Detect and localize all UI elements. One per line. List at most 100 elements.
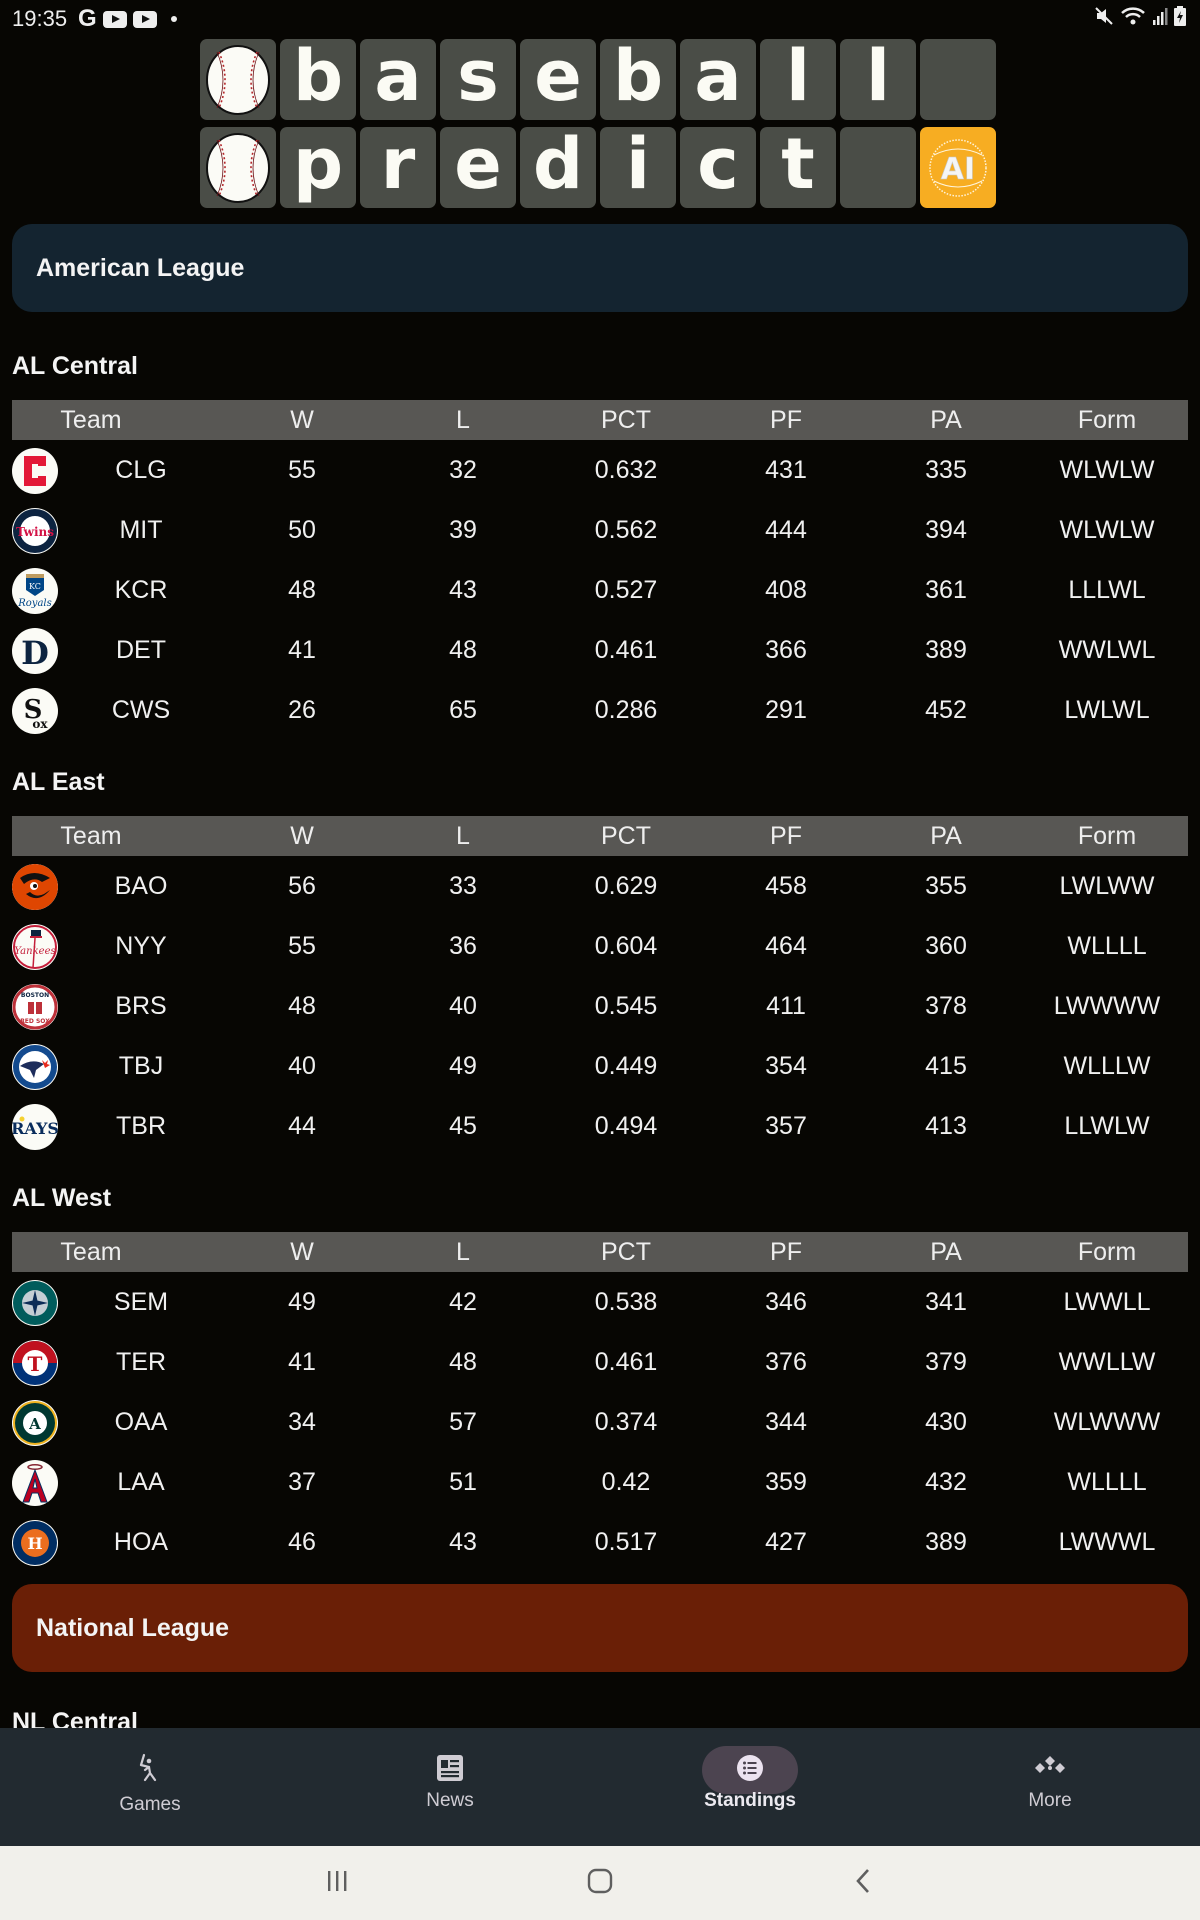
wins: 34 <box>288 1408 316 1436</box>
wins: 44 <box>288 1112 316 1140</box>
table-row[interactable]: Twins MIT 50 39 0.562 444 394 WLWLW <box>12 500 1188 560</box>
svg-text:A: A <box>28 1415 41 1433</box>
app-logo: baseball p r e d i c t AI <box>200 39 1000 215</box>
wins: 48 <box>288 576 316 604</box>
texas-rangers-logo: T <box>12 1340 58 1386</box>
losses: 36 <box>449 932 477 960</box>
points-against: 360 <box>925 932 967 960</box>
win-pct: 0.604 <box>594 932 658 960</box>
notification-dot-icon <box>170 16 177 22</box>
team-abbr: HOA <box>113 1528 169 1556</box>
logo-letter: b <box>612 34 664 117</box>
table-row[interactable]: Yankees NYY 55 36 0.604 464 360 WLLLL <box>12 916 1188 976</box>
wins: 56 <box>288 872 316 900</box>
win-pct: 0.494 <box>594 1112 658 1140</box>
wins: 40 <box>288 1052 316 1080</box>
losses: 49 <box>449 1052 477 1080</box>
nav-tab-standings[interactable]: Standings <box>600 1728 900 1846</box>
table-header: Team W L PCT PF PA Form <box>12 400 1188 440</box>
american-league-banner[interactable]: American League <box>12 224 1188 312</box>
recent-apps-icon <box>325 1869 349 1898</box>
los-angeles-angels-logo <box>12 1460 58 1506</box>
new-york-yankees-logo: Yankees <box>12 924 58 970</box>
recent-apps-button[interactable] <box>297 1846 377 1920</box>
losses: 48 <box>449 1348 477 1376</box>
points-against: 379 <box>925 1348 967 1376</box>
table-row[interactable]: CLG 55 32 0.632 431 335 WLWLW <box>12 440 1188 500</box>
toronto-blue-jays-logo <box>12 1044 58 1090</box>
logo-letter-tile: d <box>520 127 596 208</box>
points-for: 346 <box>765 1288 807 1316</box>
standings-table-al-west: Team W L PCT PF PA Form SEM 49 42 0.538 346 341 LWWLL… <box>12 1232 1188 1572</box>
back-button[interactable] <box>823 1846 903 1920</box>
cleveland-guardians-logo <box>12 448 58 494</box>
table-row[interactable]: BOSTON RED SOX BRS 48 40 0.545 411 378 LWWWW <box>12 976 1188 1036</box>
column-header-form: Form <box>1077 822 1137 850</box>
minnesota-twins-logo: Twins <box>12 508 58 554</box>
points-for: 444 <box>765 516 807 544</box>
points-against: 430 <box>925 1408 967 1436</box>
recent-form: LWWLL <box>1063 1288 1151 1316</box>
table-row[interactable]: TBJ 40 49 0.449 354 415 WLLLW <box>12 1036 1188 1096</box>
table-row[interactable]: H HOA 46 43 0.517 427 389 LWWWL <box>12 1512 1188 1572</box>
table-row[interactable]: KC Royals KCR 48 43 0.527 408 361 LLLWL <box>12 560 1188 620</box>
table-row[interactable]: SEM 49 42 0.538 346 341 LWWLL <box>12 1272 1188 1332</box>
column-header-pct: PCT <box>601 1238 651 1266</box>
mute-icon <box>1094 6 1114 26</box>
column-header-form: Form <box>1077 406 1137 434</box>
nav-tab-games[interactable]: Games <box>0 1728 300 1846</box>
national-league-banner[interactable]: National League <box>12 1584 1188 1672</box>
status-bar: 19:35 G <box>0 0 1200 40</box>
column-header-l: L <box>456 406 470 434</box>
nav-tab-news[interactable]: News <box>300 1728 600 1846</box>
table-header: Team W L PCT PF PA Form <box>12 1232 1188 1272</box>
win-pct: 0.538 <box>594 1288 658 1316</box>
boston-red-sox-logo: BOSTON RED SOX <box>12 984 58 1030</box>
points-for: 359 <box>765 1468 807 1496</box>
home-icon <box>587 1868 613 1899</box>
team-abbr: SEM <box>113 1288 169 1316</box>
column-header-w: W <box>290 406 314 434</box>
division-title-al-east: AL East <box>12 768 105 796</box>
logo-row-baseball: baseball <box>200 39 1000 120</box>
seattle-mariners-logo <box>12 1280 58 1326</box>
svg-text:Twins: Twins <box>16 525 54 539</box>
system-navigation-bar <box>0 1846 1200 1920</box>
svg-text:H: H <box>27 1534 42 1553</box>
detroit-tigers-logo: D <box>12 628 58 674</box>
points-for: 464 <box>765 932 807 960</box>
table-row[interactable]: D DET 41 48 0.461 366 389 WWLWL <box>12 620 1188 680</box>
losses: 40 <box>449 992 477 1020</box>
points-against: 394 <box>925 516 967 544</box>
table-row[interactable]: RAYS TBR 44 45 0.494 357 413 LLWLW <box>12 1096 1188 1156</box>
table-row[interactable]: BAO 56 33 0.629 458 355 LWLWW <box>12 856 1188 916</box>
points-against: 452 <box>925 696 967 724</box>
tampa-bay-rays-logo: RAYS <box>12 1104 58 1150</box>
nav-tab-more[interactable]: More <box>900 1728 1200 1846</box>
batter-icon <box>136 1753 164 1788</box>
points-for: 427 <box>765 1528 807 1556</box>
points-for: 291 <box>765 696 807 724</box>
more-diamond-icon <box>1034 1755 1066 1786</box>
column-header-team: Team <box>60 1238 122 1266</box>
win-pct: 0.461 <box>594 1348 658 1376</box>
losses: 57 <box>449 1408 477 1436</box>
win-pct: 0.517 <box>594 1528 658 1556</box>
logo-letter: e <box>454 122 502 205</box>
home-button[interactable] <box>560 1846 640 1920</box>
svg-text:T: T <box>28 1352 43 1376</box>
svg-text:RAYS: RAYS <box>12 1119 58 1138</box>
table-row[interactable]: A OAA 34 57 0.374 344 430 WLWWW <box>12 1392 1188 1452</box>
oakland-athletics-logo: A <box>12 1400 58 1446</box>
table-row[interactable]: T TER 41 48 0.461 376 379 WWLLW <box>12 1332 1188 1392</box>
table-row[interactable]: LAA 37 51 0.42 359 432 WLLLL <box>12 1452 1188 1512</box>
points-against: 341 <box>925 1288 967 1316</box>
points-for: 344 <box>765 1408 807 1436</box>
logo-letter-tile: i <box>600 127 676 208</box>
column-header-form: Form <box>1077 1238 1137 1266</box>
wins: 49 <box>288 1288 316 1316</box>
points-against: 389 <box>925 1528 967 1556</box>
column-header-pct: PCT <box>601 406 651 434</box>
column-header-pf: PF <box>770 822 802 850</box>
table-row[interactable]: Sox CWS 26 65 0.286 291 452 LWLWL <box>12 680 1188 740</box>
